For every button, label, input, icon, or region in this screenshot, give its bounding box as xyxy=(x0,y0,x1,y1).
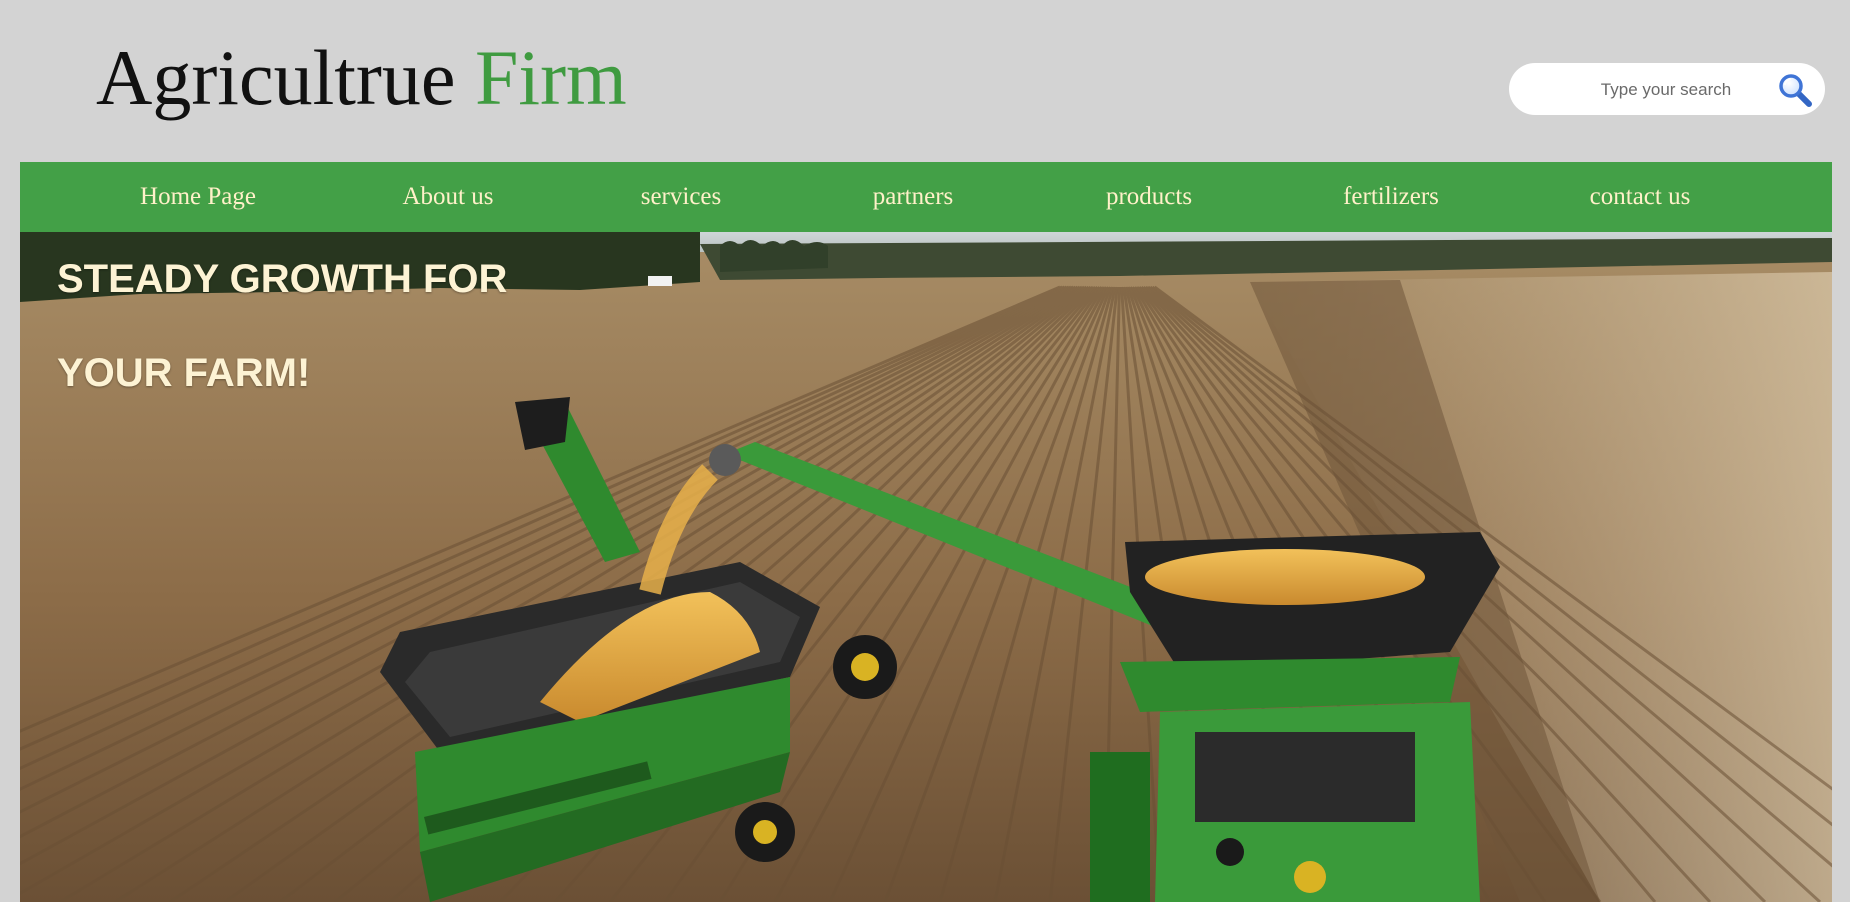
nav-item-products[interactable]: products xyxy=(1106,162,1192,232)
hero-title: STEADY GROWTH FOR YOUR FARM! xyxy=(57,232,507,420)
logo-accent-text: Firm xyxy=(475,34,627,121)
search-icon xyxy=(1779,74,1812,107)
hero-title-line1: STEADY GROWTH FOR xyxy=(57,257,508,301)
logo-main-text: Agricultrue xyxy=(96,34,456,121)
site-logo[interactable]: Agricultrue Firm xyxy=(96,28,627,128)
hero-title-line2: YOUR FARM! xyxy=(57,351,311,395)
main-nav: Home Page About us services partners pro… xyxy=(20,162,1832,232)
nav-item-contact[interactable]: contact us xyxy=(1590,162,1691,232)
search-input[interactable] xyxy=(1579,75,1753,105)
search-button[interactable] xyxy=(1777,72,1813,108)
nav-item-fertilizers[interactable]: fertilizers xyxy=(1343,162,1439,232)
nav-item-about[interactable]: About us xyxy=(403,162,494,232)
nav-item-home[interactable]: Home Page xyxy=(140,162,256,232)
nav-item-partners[interactable]: partners xyxy=(873,162,954,232)
nav-item-services[interactable]: services xyxy=(641,162,722,232)
site-header: Agricultrue Firm xyxy=(0,0,1850,162)
hero-banner: STEADY GROWTH FOR YOUR FARM! xyxy=(20,232,1832,902)
search-box xyxy=(1509,63,1825,115)
